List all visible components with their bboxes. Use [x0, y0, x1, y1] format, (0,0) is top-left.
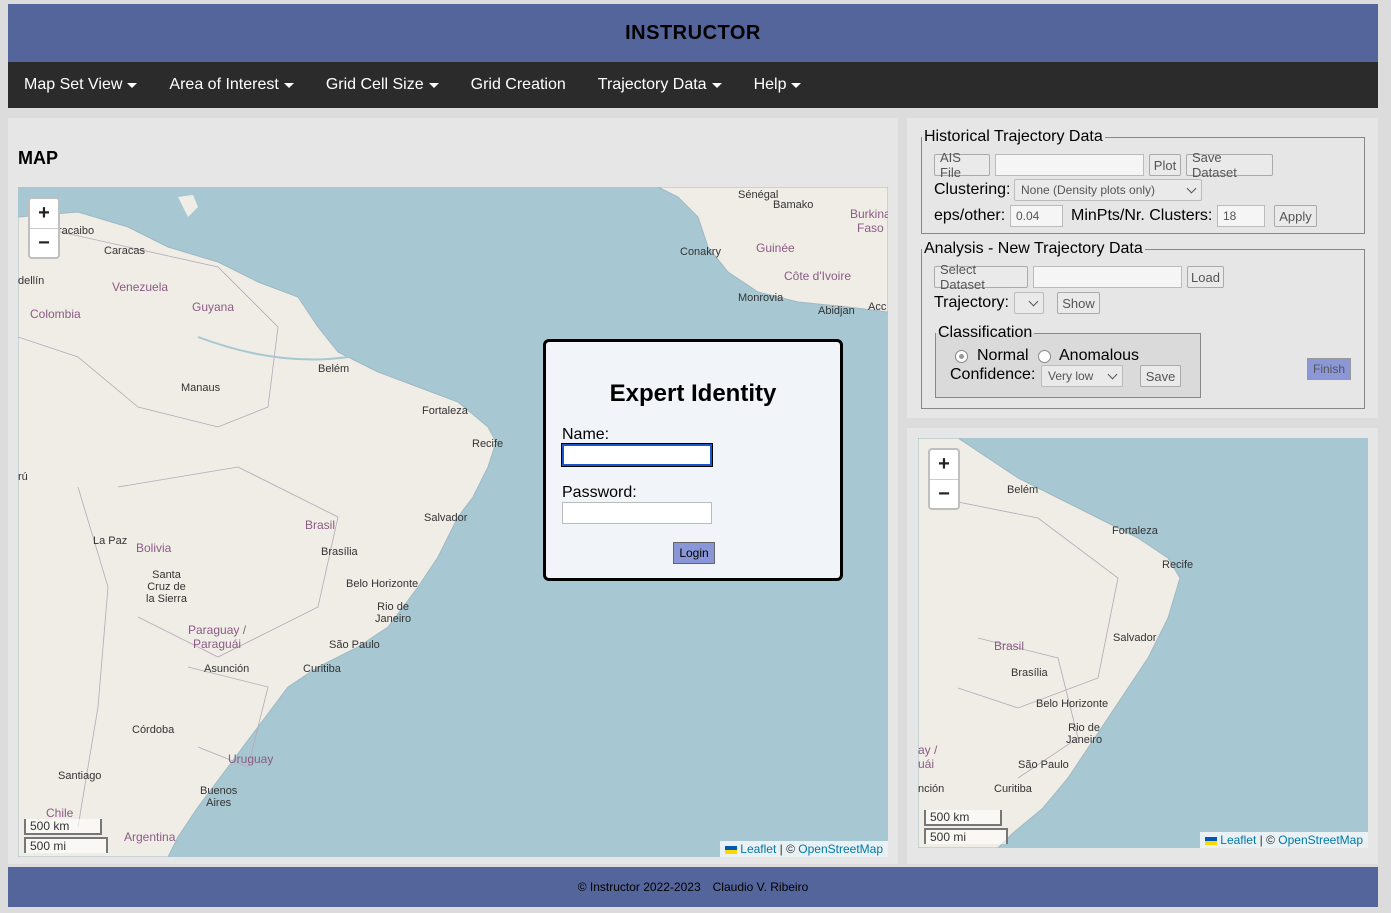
- attribution-separator: | ©: [1259, 833, 1275, 847]
- scale-km: 500 km: [24, 819, 102, 835]
- main-nav: Map Set View Area of Interest Grid Cell …: [8, 62, 1378, 108]
- normal-radio[interactable]: [955, 350, 968, 363]
- osm-link[interactable]: OpenStreetMap: [798, 842, 883, 856]
- save-classification-button[interactable]: Save: [1140, 365, 1181, 387]
- clustering-select[interactable]: None (Density plots only): [1014, 179, 1202, 201]
- caret-down-icon: [428, 82, 439, 88]
- mini-map[interactable]: Belém Fortaleza Recife Brasil Salvador B…: [918, 438, 1368, 848]
- ukraine-flag-icon: [1205, 836, 1218, 845]
- trajectory-select[interactable]: [1014, 292, 1044, 314]
- name-input[interactable]: [561, 443, 713, 467]
- leaflet-link[interactable]: Leaflet: [1220, 833, 1256, 847]
- leaflet-link[interactable]: Leaflet: [740, 842, 776, 856]
- nav-label: Grid Creation: [470, 76, 566, 93]
- caret-down-icon: [791, 82, 802, 88]
- anomalous-label: Anomalous: [1059, 347, 1140, 364]
- caret-down-icon: [283, 82, 294, 88]
- nav-label: Help: [753, 76, 787, 93]
- zoom-out-button[interactable]: −: [30, 228, 58, 257]
- map-scale: 500 km 500 mi: [24, 819, 108, 853]
- chevron-down-icon: [1028, 296, 1039, 307]
- save-dataset-button[interactable]: Save Dataset: [1186, 150, 1273, 180]
- select-dataset-button[interactable]: Select Dataset: [934, 262, 1028, 292]
- normal-label: Normal: [977, 347, 1029, 364]
- mini-scale-km: 500 km: [924, 810, 1002, 826]
- nav-label: Area of Interest: [169, 76, 279, 93]
- confidence-label: Confidence:: [950, 366, 1036, 383]
- login-modal: Expert Identity Name: Password: Login: [543, 339, 843, 581]
- attribution-separator: | ©: [779, 842, 795, 856]
- control-panel: Historical Trajectory Data AIS File Plot…: [907, 118, 1378, 418]
- login-button[interactable]: Login: [673, 542, 715, 564]
- nav-grid-cell-size[interactable]: Grid Cell Size: [310, 62, 455, 108]
- anomalous-radio[interactable]: [1038, 350, 1051, 363]
- finish-button[interactable]: Finish: [1307, 358, 1351, 380]
- eps-input[interactable]: 0.04: [1010, 205, 1063, 227]
- mini-zoom-control: + −: [928, 448, 960, 510]
- ukraine-flag-icon: [725, 845, 738, 854]
- ais-file-button[interactable]: AIS File: [934, 150, 990, 180]
- password-label: Password:: [562, 484, 637, 501]
- classification-legend: Classification: [938, 324, 1033, 341]
- load-button[interactable]: Load: [1187, 266, 1224, 288]
- nav-label: Map Set View: [24, 76, 123, 93]
- nav-area-of-interest[interactable]: Area of Interest: [153, 62, 309, 108]
- chevron-down-icon: [1186, 183, 1197, 194]
- map-attribution: Leaflet | © OpenStreetMap: [720, 841, 888, 857]
- mini-map-scale: 500 km 500 mi: [924, 810, 1008, 844]
- nav-grid-creation[interactable]: Grid Creation: [455, 62, 582, 108]
- confidence-value: Very low: [1048, 369, 1094, 383]
- clustering-value: None (Density plots only): [1021, 183, 1156, 197]
- minpts-input[interactable]: 18: [1217, 205, 1265, 227]
- dataset-field[interactable]: [1033, 266, 1182, 288]
- caret-down-icon: [711, 82, 722, 88]
- zoom-in-button[interactable]: +: [30, 199, 58, 228]
- footer: © Instructor 2022-2023 Claudio V. Ribeir…: [8, 867, 1378, 907]
- mini-scale-mi: 500 mi: [924, 828, 1008, 844]
- nav-trajectory-data[interactable]: Trajectory Data: [582, 62, 738, 108]
- footer-copyright: © Instructor 2022-2023: [577, 880, 701, 894]
- trajectory-label: Trajectory:: [934, 294, 1009, 311]
- show-button[interactable]: Show: [1057, 292, 1100, 314]
- nav-map-set-view[interactable]: Map Set View: [8, 62, 153, 108]
- app-title: INSTRUCTOR: [625, 21, 761, 44]
- nav-help[interactable]: Help: [738, 62, 818, 108]
- scale-mi: 500 mi: [24, 837, 108, 853]
- chevron-down-icon: [1107, 369, 1118, 380]
- caret-down-icon: [127, 82, 138, 88]
- password-input[interactable]: [562, 502, 712, 524]
- historical-legend: Historical Trajectory Data: [924, 128, 1103, 145]
- nav-label: Grid Cell Size: [325, 76, 424, 93]
- mini-map-attribution: Leaflet | © OpenStreetMap: [1200, 832, 1368, 848]
- modal-title: Expert Identity: [609, 380, 777, 407]
- eps-label: eps/other:: [934, 207, 1006, 224]
- app-header: INSTRUCTOR: [8, 4, 1378, 62]
- mini-zoom-in-button[interactable]: +: [930, 450, 958, 479]
- apply-button[interactable]: Apply: [1274, 205, 1317, 227]
- plot-button[interactable]: Plot: [1149, 154, 1181, 176]
- minpts-label: MinPts/Nr. Clusters:: [1071, 207, 1213, 224]
- zoom-control: + −: [28, 197, 60, 259]
- ais-file-field[interactable]: [995, 154, 1144, 176]
- osm-link[interactable]: OpenStreetMap: [1278, 833, 1363, 847]
- nav-label: Trajectory Data: [597, 76, 707, 93]
- mini-map-panel: Belém Fortaleza Recife Brasil Salvador B…: [907, 428, 1378, 864]
- mini-zoom-out-button[interactable]: −: [930, 479, 958, 508]
- footer-author: Claudio V. Ribeiro: [712, 880, 809, 894]
- map-title: MAP: [18, 148, 58, 168]
- clustering-label: Clustering:: [934, 181, 1011, 198]
- name-label: Name:: [562, 426, 610, 443]
- confidence-select[interactable]: Very low: [1041, 365, 1123, 387]
- analysis-legend: Analysis - New Trajectory Data: [924, 240, 1143, 257]
